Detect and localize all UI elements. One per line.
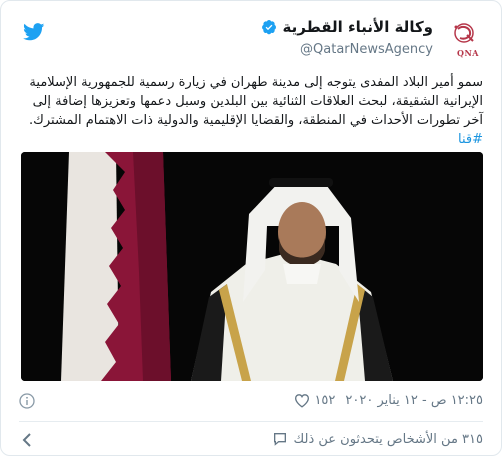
tweet-photo[interactable] xyxy=(21,152,483,381)
info-icon[interactable] xyxy=(19,393,35,409)
like-action[interactable]: ١٥٢ xyxy=(294,393,335,408)
name-row: وكالة الأنباء القطرية xyxy=(261,18,433,36)
tweet-timestamp[interactable]: ١٢:٢٥ ص - ١٢ يناير ٢٠٢٠ xyxy=(345,393,483,408)
display-name[interactable]: وكالة الأنباء القطرية xyxy=(283,18,433,36)
twitter-bird-icon[interactable] xyxy=(23,23,45,41)
verified-badge-icon xyxy=(261,20,276,35)
meta-right: ١٥٢ ١٢:٢٥ ص - ١٢ يناير ٢٠٢٠ xyxy=(294,393,483,408)
tweet-card: QNA وكالة الأنباء القطرية @QatarNewsAgen… xyxy=(0,0,502,456)
chevron-left-icon[interactable] xyxy=(21,432,33,448)
tweet-text: سمو أمير البلاد المفدى يتوجه إلى مدينة ط… xyxy=(19,73,483,149)
tweet-body: سمو أمير البلاد المفدى يتوجه إلى مدينة ط… xyxy=(29,75,483,128)
people-talking[interactable]: ٣١٥ من الأشخاص يتحدثون عن ذلك xyxy=(272,431,483,447)
tweet-footer[interactable]: ٣١٥ من الأشخاص يتحدثون عن ذلك xyxy=(1,423,501,455)
tweet-meta: ١٥٢ ١٢:٢٥ ص - ١٢ يناير ٢٠٢٠ xyxy=(19,393,483,411)
divider xyxy=(19,421,483,422)
like-count: ١٥٢ xyxy=(314,393,336,408)
heart-icon[interactable] xyxy=(294,393,310,408)
portrait-image xyxy=(21,152,483,381)
account-handle[interactable]: @QatarNewsAgency xyxy=(300,42,433,57)
hashtag-link[interactable]: #قنا xyxy=(458,132,483,147)
tweet-header: QNA وكالة الأنباء القطرية @QatarNewsAgen… xyxy=(1,1,501,69)
people-talking-text: ٣١٥ من الأشخاص يتحدثون عن ذلك xyxy=(293,431,483,447)
chat-bubble-icon xyxy=(273,433,286,446)
logo-text: QNA xyxy=(457,48,479,58)
